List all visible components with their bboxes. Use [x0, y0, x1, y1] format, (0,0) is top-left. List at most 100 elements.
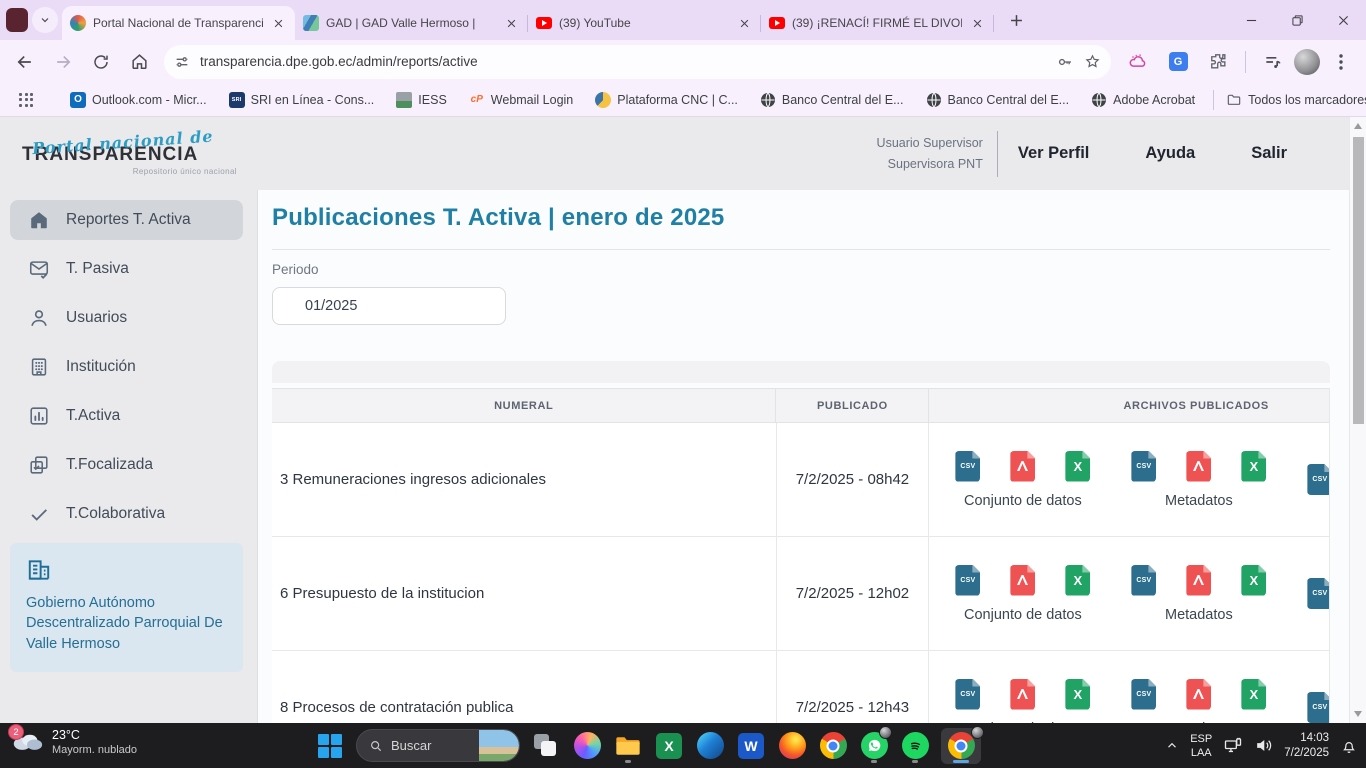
bookmark-star-icon[interactable] [1084, 53, 1101, 70]
media-controls-icon[interactable] [1256, 45, 1290, 79]
xls-file-icon[interactable]: X [1065, 451, 1090, 482]
edge-button[interactable] [695, 728, 725, 764]
sidebar-item-usuarios[interactable]: Usuarios [10, 298, 243, 338]
file-explorer-button[interactable] [613, 728, 643, 764]
xls-file-icon[interactable]: X [1241, 451, 1266, 482]
csv-file-icon[interactable]: CSV [1131, 565, 1156, 596]
institution-card[interactable]: Gobierno Autónomo Descentralizado Parroq… [10, 543, 243, 672]
site-settings-icon[interactable] [174, 54, 190, 70]
bookmark-webmail[interactable]: cPWebmail Login [461, 89, 581, 111]
csv-file-icon[interactable]: CSV [1307, 578, 1329, 609]
xls-file-icon[interactable]: X [1241, 565, 1266, 596]
table-row: 3 Remuneraciones ingresos adicionales 7/… [272, 423, 1329, 537]
chrome-button[interactable] [818, 728, 848, 764]
csv-file-icon[interactable]: CSV [1307, 692, 1329, 723]
spotify-button[interactable] [900, 728, 930, 764]
tab-close-icon[interactable] [736, 15, 753, 32]
word-button[interactable]: W [736, 728, 766, 764]
password-key-icon[interactable] [1056, 53, 1074, 71]
xls-file-icon[interactable]: X [1065, 565, 1090, 596]
pdf-file-icon[interactable] [1186, 451, 1211, 482]
sidebar-item-t-pasiva[interactable]: T. Pasiva [10, 249, 243, 289]
whatsapp-button[interactable] [859, 728, 889, 764]
tab-title: (39) YouTube [559, 16, 729, 30]
scroll-up-arrow-icon[interactable] [1354, 123, 1362, 129]
bookmark-cnc[interactable]: Plataforma CNC | C... [587, 89, 746, 111]
tab-gad-valle-hermoso[interactable]: GAD | GAD Valle Hermoso | [295, 6, 528, 40]
close-button[interactable] [1320, 0, 1366, 40]
new-tab-button[interactable] [1002, 6, 1030, 34]
home-button[interactable] [122, 45, 156, 79]
csv-file-icon[interactable]: CSV [955, 679, 980, 710]
weather-extension-icon[interactable] [1121, 45, 1155, 79]
tab-close-icon[interactable] [969, 15, 986, 32]
browser-menu-icon[interactable] [1324, 45, 1358, 79]
apps-grid-button[interactable] [10, 89, 42, 111]
chrome-active-button[interactable] [941, 728, 981, 764]
csv-file-icon[interactable]: CSV [1131, 679, 1156, 710]
start-button[interactable] [315, 728, 345, 764]
network-icon[interactable] [1223, 736, 1243, 756]
tab-portal-transparencia[interactable]: Portal Nacional de Transparenci [62, 6, 295, 40]
language-indicator[interactable]: ESP LAA [1190, 732, 1212, 760]
profile-avatar[interactable] [1294, 49, 1320, 75]
restore-button[interactable] [1274, 0, 1320, 40]
tab-close-icon[interactable] [270, 15, 287, 32]
salir-link[interactable]: Salir [1251, 144, 1287, 163]
pdf-file-icon[interactable] [1010, 565, 1035, 596]
period-input[interactable] [272, 287, 506, 325]
bookmark-outlook[interactable]: OOutlook.com - Micr... [62, 89, 215, 111]
all-bookmarks[interactable]: Todos los marcadores [1209, 89, 1366, 111]
tab-title: GAD | GAD Valle Hermoso | [326, 16, 496, 30]
url-text[interactable]: transparencia.dpe.gob.ec/admin/reports/a… [200, 54, 1046, 69]
translate-extension-icon[interactable]: G [1161, 45, 1195, 79]
notification-bell-icon[interactable] [1340, 737, 1358, 755]
sidebar-item-t-activa[interactable]: T.Activa [10, 396, 243, 436]
bookmark-sri[interactable]: SRISRI en Línea - Cons... [221, 89, 383, 111]
pdf-file-icon[interactable] [1010, 451, 1035, 482]
sidebar-item-reportes-t-activa[interactable]: Reportes T. Activa [10, 200, 243, 240]
bookmark-iess[interactable]: IESS [388, 89, 455, 111]
csv-file-icon[interactable]: CSV [1131, 451, 1156, 482]
csv-file-icon[interactable]: CSV [955, 451, 980, 482]
file-group-label: Metadatos [1165, 493, 1233, 509]
tab-close-icon[interactable] [503, 15, 520, 32]
bookmark-banco-central-1[interactable]: Banco Central del E... [752, 89, 912, 111]
xls-file-icon[interactable]: X [1065, 679, 1090, 710]
xls-file-icon[interactable]: X [1241, 679, 1266, 710]
clock[interactable]: 14:03 7/2/2025 [1284, 731, 1329, 761]
scrollbar-thumb[interactable] [1353, 137, 1364, 424]
taskbar-search[interactable]: Buscar [356, 729, 520, 762]
tab-youtube-video[interactable]: (39) ¡RENACÍ! FIRMÉ EL DIVORC [761, 6, 994, 40]
minimize-button[interactable] [1228, 0, 1274, 40]
address-bar[interactable]: transparencia.dpe.gob.ec/admin/reports/a… [164, 45, 1111, 79]
copilot-button[interactable] [572, 728, 602, 764]
tray-chevron-up-icon[interactable] [1165, 739, 1179, 753]
task-view-button[interactable] [531, 728, 561, 764]
volume-icon[interactable] [1254, 736, 1273, 755]
ayuda-link[interactable]: Ayuda [1145, 144, 1195, 163]
scroll-down-arrow-icon[interactable] [1354, 711, 1362, 717]
weather-widget[interactable]: 2 23°C Mayorm. nublado [10, 727, 137, 757]
bookmark-banco-central-2[interactable]: Banco Central del E... [918, 89, 1078, 111]
tab-youtube[interactable]: (39) YouTube [528, 6, 761, 40]
reload-button[interactable] [84, 45, 118, 79]
page-scrollbar[interactable] [1349, 117, 1366, 723]
extensions-puzzle-icon[interactable] [1201, 45, 1235, 79]
forward-button[interactable] [46, 45, 80, 79]
csv-file-icon[interactable]: CSV [955, 565, 980, 596]
excel-button[interactable]: X [654, 728, 684, 764]
pdf-file-icon[interactable] [1186, 565, 1211, 596]
pdf-file-icon[interactable] [1186, 679, 1211, 710]
sidebar-item-t-focalizada[interactable]: T.Focalizada [10, 445, 243, 485]
tab-search-button[interactable] [32, 7, 58, 33]
search-highlight-image[interactable] [479, 730, 519, 761]
pdf-file-icon[interactable] [1010, 679, 1035, 710]
bookmark-adobe[interactable]: Adobe Acrobat [1083, 89, 1203, 111]
ver-perfil-link[interactable]: Ver Perfil [1018, 144, 1090, 163]
csv-file-icon[interactable]: CSV [1307, 464, 1329, 495]
back-button[interactable] [8, 45, 42, 79]
firefox-button[interactable] [777, 728, 807, 764]
sidebar-item-t-colaborativa[interactable]: T.Colaborativa [10, 494, 243, 534]
sidebar-item-institucion[interactable]: Institución [10, 347, 243, 387]
